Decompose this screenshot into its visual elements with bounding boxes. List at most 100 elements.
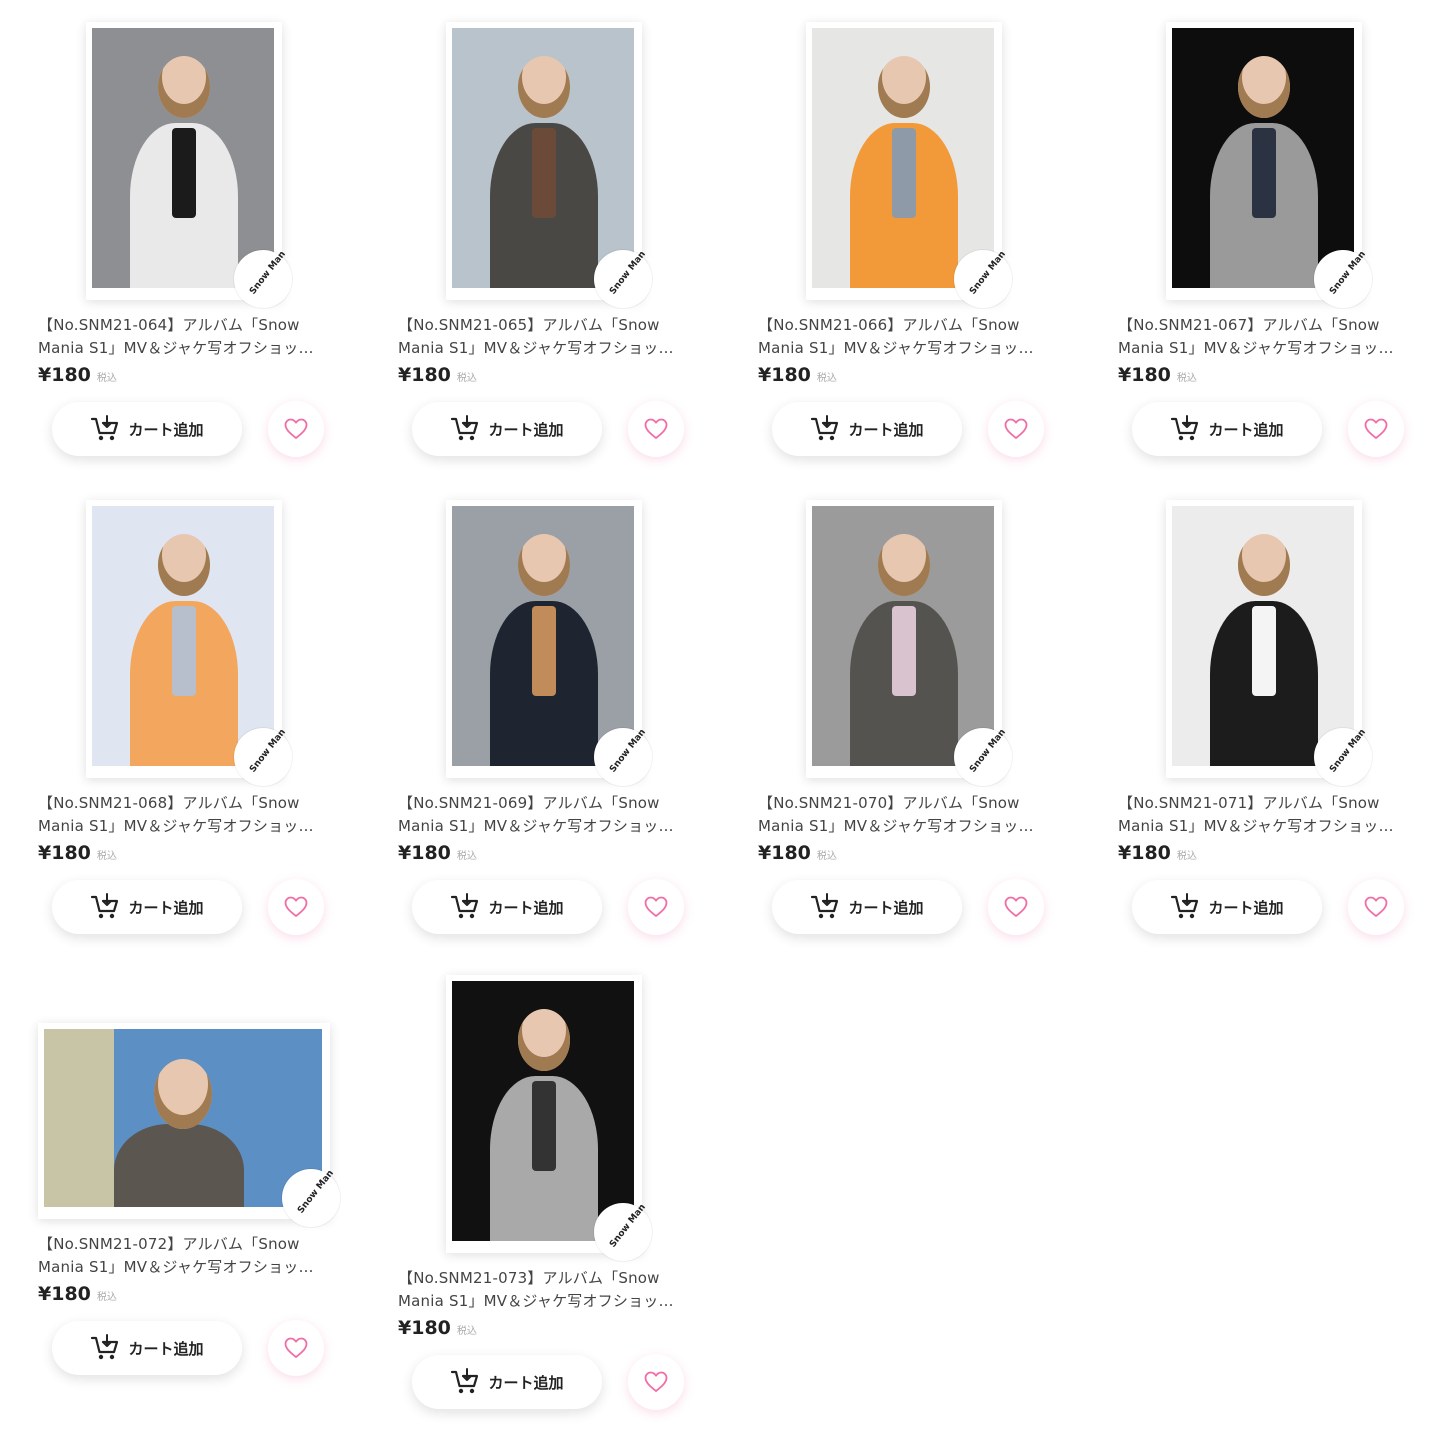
product-title[interactable]: 【No.SNM21-067】アルバム「Snow Mania S1」MV＆ジャケ写…	[1118, 314, 1418, 360]
heart-icon	[284, 896, 308, 917]
product-photo[interactable]: Snow Man	[86, 500, 292, 786]
product-title-line2[interactable]: Mania S1」MV＆ジャケ写オフショッ…	[398, 815, 698, 838]
cart-add-icon	[1171, 415, 1199, 441]
favorite-button[interactable]	[628, 401, 684, 457]
add-to-cart-button[interactable]: カート追加	[412, 1355, 602, 1409]
add-to-cart-button[interactable]: カート追加	[52, 402, 242, 456]
product-title-line1[interactable]: 【No.SNM21-066】アルバム「Snow	[758, 314, 1058, 337]
product-photo[interactable]: Snow Man	[1166, 22, 1372, 308]
favorite-button[interactable]	[268, 401, 324, 457]
add-to-cart-button[interactable]: カート追加	[52, 1321, 242, 1375]
product-title-line2[interactable]: Mania S1」MV＆ジャケ写オフショッ…	[758, 815, 1058, 838]
cart-add-icon	[811, 415, 839, 441]
price-value: ¥180	[38, 842, 91, 864]
tax-label: 税込	[96, 1292, 117, 1303]
product-title-line1[interactable]: 【No.SNM21-064】アルバム「Snow	[38, 314, 338, 337]
price-value: ¥180	[398, 1317, 451, 1339]
photo-image	[812, 506, 994, 766]
product-title[interactable]: 【No.SNM21-071】アルバム「Snow Mania S1」MV＆ジャケ写…	[1118, 792, 1418, 838]
product-card: Snow Man 【No.SNM21-068】アルバム「Snow Mania S…	[38, 500, 368, 970]
product-title[interactable]: 【No.SNM21-073】アルバム「Snow Mania S1」MV＆ジャケ写…	[398, 1267, 698, 1313]
favorite-button[interactable]	[268, 1320, 324, 1376]
product-title-line2[interactable]: Mania S1」MV＆ジャケ写オフショッ…	[1118, 815, 1418, 838]
snowman-logo-stamp: Snow Man	[1314, 727, 1372, 786]
product-photo[interactable]: Snow Man	[806, 22, 1012, 308]
product-title-line1[interactable]: 【No.SNM21-072】アルバム「Snow	[38, 1233, 338, 1256]
cart-add-icon	[811, 893, 839, 919]
favorite-button[interactable]	[1348, 879, 1404, 935]
favorite-button[interactable]	[628, 1354, 684, 1410]
heart-icon	[644, 896, 668, 917]
snowman-logo-stamp: Snow Man	[594, 1202, 652, 1261]
product-title-line1[interactable]: 【No.SNM21-065】アルバム「Snow	[398, 314, 698, 337]
tax-label: 税込	[96, 851, 117, 862]
price-value: ¥180	[398, 364, 451, 386]
snowman-logo-stamp: Snow Man	[234, 727, 292, 786]
product-title-line2[interactable]: Mania S1」MV＆ジャケ写オフショッ…	[38, 337, 338, 360]
product-title[interactable]: 【No.SNM21-064】アルバム「Snow Mania S1」MV＆ジャケ写…	[38, 314, 338, 360]
favorite-button[interactable]	[988, 401, 1044, 457]
tax-label: 税込	[1176, 373, 1197, 384]
favorite-button[interactable]	[628, 879, 684, 935]
product-title-line2[interactable]: Mania S1」MV＆ジャケ写オフショッ…	[398, 1290, 698, 1313]
product-title[interactable]: 【No.SNM21-072】アルバム「Snow Mania S1」MV＆ジャケ写…	[38, 1233, 338, 1279]
product-title-line1[interactable]: 【No.SNM21-068】アルバム「Snow	[38, 792, 338, 815]
product-title[interactable]: 【No.SNM21-069】アルバム「Snow Mania S1」MV＆ジャケ写…	[398, 792, 698, 838]
product-title-line2[interactable]: Mania S1」MV＆ジャケ写オフショッ…	[398, 337, 698, 360]
product-title-line1[interactable]: 【No.SNM21-067】アルバム「Snow	[1118, 314, 1418, 337]
favorite-button[interactable]	[268, 879, 324, 935]
snowman-logo-stamp: Snow Man	[282, 1168, 340, 1227]
product-title-line2[interactable]: Mania S1」MV＆ジャケ写オフショッ…	[758, 337, 1058, 360]
product-card: Snow Man 【No.SNM21-064】アルバム「Snow Mania S…	[38, 22, 368, 492]
cart-add-icon	[91, 893, 119, 919]
product-photo[interactable]: Snow Man	[38, 1023, 340, 1227]
add-to-cart-button[interactable]: カート追加	[52, 880, 242, 934]
add-to-cart-button[interactable]: カート追加	[772, 880, 962, 934]
price: ¥180 税込	[38, 364, 117, 386]
product-title-line1[interactable]: 【No.SNM21-071】アルバム「Snow	[1118, 792, 1418, 815]
photo-image	[812, 28, 994, 288]
photo-image	[44, 1029, 322, 1207]
heart-icon	[284, 1337, 308, 1358]
product-title[interactable]: 【No.SNM21-068】アルバム「Snow Mania S1」MV＆ジャケ写…	[38, 792, 338, 838]
add-to-cart-button[interactable]: カート追加	[772, 402, 962, 456]
product-card: Snow Man 【No.SNM21-070】アルバム「Snow Mania S…	[758, 500, 1088, 970]
product-photo[interactable]: Snow Man	[86, 22, 292, 308]
product-card: Snow Man 【No.SNM21-066】アルバム「Snow Mania S…	[758, 22, 1088, 492]
product-title-line2[interactable]: Mania S1」MV＆ジャケ写オフショッ…	[1118, 337, 1418, 360]
product-card: Snow Man 【No.SNM21-072】アルバム「Snow Mania S…	[38, 975, 368, 1440]
add-to-cart-button[interactable]: カート追加	[412, 880, 602, 934]
product-photo[interactable]: Snow Man	[1166, 500, 1372, 786]
favorite-button[interactable]	[988, 879, 1044, 935]
product-title[interactable]: 【No.SNM21-066】アルバム「Snow Mania S1」MV＆ジャケ写…	[758, 314, 1058, 360]
product-title-line1[interactable]: 【No.SNM21-069】アルバム「Snow	[398, 792, 698, 815]
price: ¥180 税込	[38, 842, 117, 864]
tax-label: 税込	[816, 851, 837, 862]
product-title-line1[interactable]: 【No.SNM21-070】アルバム「Snow	[758, 792, 1058, 815]
product-photo[interactable]: Snow Man	[806, 500, 1012, 786]
product-title-line1[interactable]: 【No.SNM21-073】アルバム「Snow	[398, 1267, 698, 1290]
product-photo[interactable]: Snow Man	[446, 500, 652, 786]
add-to-cart-label: カート追加	[488, 1373, 564, 1392]
tax-label: 税込	[1176, 851, 1197, 862]
price: ¥180 税込	[758, 842, 837, 864]
tax-label: 税込	[96, 373, 117, 384]
product-title[interactable]: 【No.SNM21-065】アルバム「Snow Mania S1」MV＆ジャケ写…	[398, 314, 698, 360]
product-title-line2[interactable]: Mania S1」MV＆ジャケ写オフショッ…	[38, 1256, 338, 1279]
snowman-logo-stamp: Snow Man	[1314, 249, 1372, 308]
add-to-cart-button[interactable]: カート追加	[412, 402, 602, 456]
product-photo[interactable]: Snow Man	[446, 22, 652, 308]
product-card: Snow Man 【No.SNM21-067】アルバム「Snow Mania S…	[1118, 22, 1440, 492]
favorite-button[interactable]	[1348, 401, 1404, 457]
product-title[interactable]: 【No.SNM21-070】アルバム「Snow Mania S1」MV＆ジャケ写…	[758, 792, 1058, 838]
product-title-line2[interactable]: Mania S1」MV＆ジャケ写オフショッ…	[38, 815, 338, 838]
product-card: Snow Man 【No.SNM21-069】アルバム「Snow Mania S…	[398, 500, 728, 970]
photo-image	[1172, 506, 1354, 766]
add-to-cart-button[interactable]: カート追加	[1132, 402, 1322, 456]
product-photo[interactable]: Snow Man	[446, 975, 652, 1261]
photo-image	[1172, 28, 1354, 288]
price-value: ¥180	[1118, 842, 1171, 864]
product-card: Snow Man 【No.SNM21-071】アルバム「Snow Mania S…	[1118, 500, 1440, 970]
heart-icon	[644, 418, 668, 439]
add-to-cart-button[interactable]: カート追加	[1132, 880, 1322, 934]
